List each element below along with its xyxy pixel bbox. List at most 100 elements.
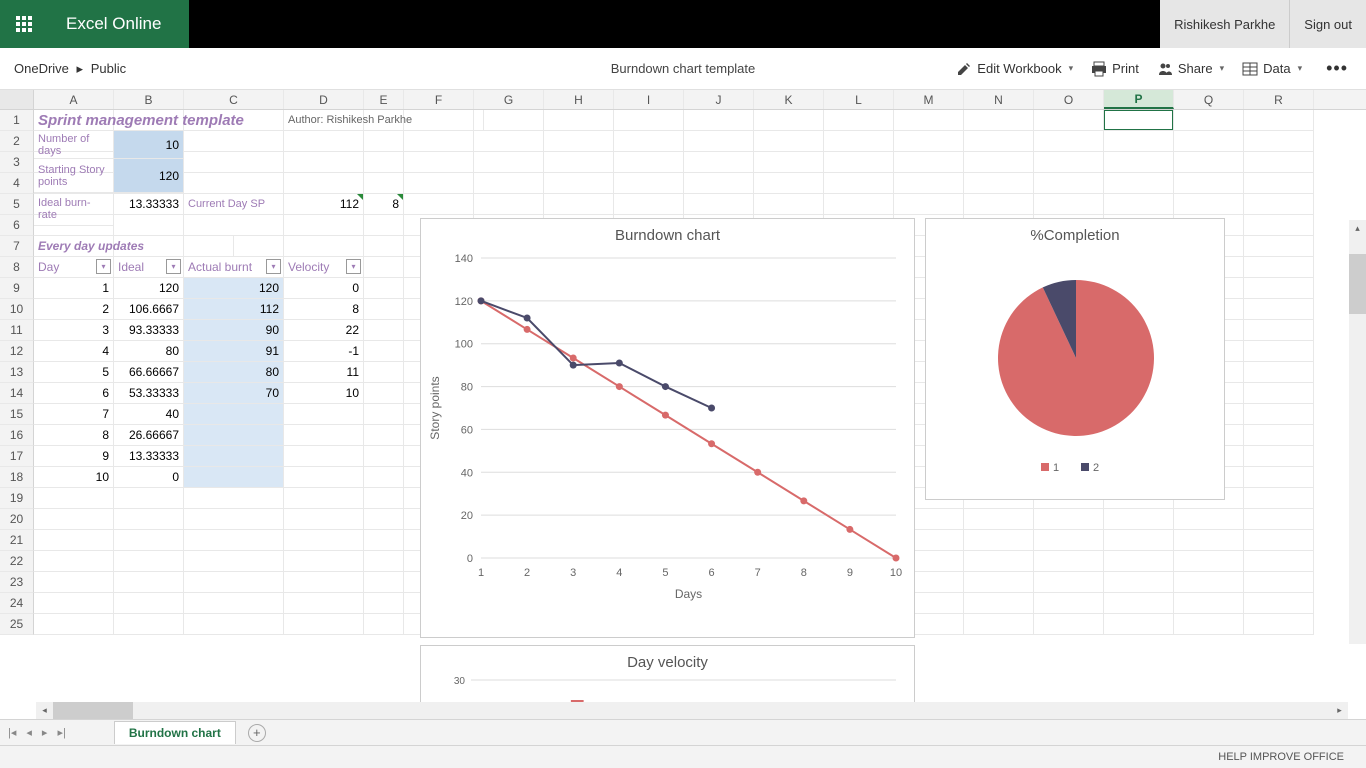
cell[interactable]	[184, 131, 284, 152]
table-cell-actual[interactable]	[184, 467, 284, 488]
scroll-thumb[interactable]	[53, 702, 133, 719]
cell[interactable]	[284, 572, 364, 593]
cell[interactable]	[684, 152, 754, 173]
cell[interactable]	[1244, 215, 1314, 236]
cell[interactable]	[964, 173, 1034, 194]
cell[interactable]: 8	[364, 194, 404, 215]
cell[interactable]	[964, 572, 1034, 593]
cell[interactable]	[474, 110, 544, 131]
cell[interactable]	[1244, 362, 1314, 383]
num-days-value[interactable]: 10	[114, 131, 184, 159]
cell[interactable]	[1104, 152, 1174, 173]
cell[interactable]	[684, 194, 754, 215]
cell[interactable]	[964, 110, 1034, 131]
cell[interactable]	[544, 194, 614, 215]
table-cell-ideal[interactable]: 120	[114, 278, 184, 299]
cell[interactable]	[824, 110, 894, 131]
cell[interactable]	[284, 509, 364, 530]
cell[interactable]	[964, 614, 1034, 635]
cell[interactable]	[1244, 236, 1314, 257]
table-cell-velocity[interactable]: -1	[284, 341, 364, 362]
cell[interactable]	[114, 488, 184, 509]
row-header[interactable]: 21	[0, 530, 34, 551]
more-button[interactable]: •••	[1320, 58, 1354, 79]
table-cell-day[interactable]: 7	[34, 404, 114, 425]
cell[interactable]	[34, 551, 114, 572]
table-cell-ideal[interactable]: 26.66667	[114, 425, 184, 446]
cell[interactable]	[1034, 593, 1104, 614]
cell[interactable]	[114, 530, 184, 551]
cell[interactable]	[404, 194, 474, 215]
cell[interactable]	[1174, 530, 1244, 551]
cell[interactable]	[544, 152, 614, 173]
row-header[interactable]: 18	[0, 467, 34, 488]
edit-workbook-button[interactable]: Edit Workbook▾	[956, 61, 1073, 77]
user-name[interactable]: Rishikesh Parkhe	[1160, 0, 1289, 48]
row-header[interactable]: 9	[0, 278, 34, 299]
cell[interactable]	[364, 614, 404, 635]
column-header[interactable]: P	[1104, 90, 1174, 109]
cell[interactable]	[684, 173, 754, 194]
cell[interactable]	[1104, 509, 1174, 530]
cell[interactable]	[364, 593, 404, 614]
cell[interactable]	[184, 530, 284, 551]
row-header[interactable]: 25	[0, 614, 34, 635]
cell[interactable]	[894, 131, 964, 152]
table-cell-ideal[interactable]: 40	[114, 404, 184, 425]
cell[interactable]	[364, 509, 404, 530]
table-cell-velocity[interactable]: 0	[284, 278, 364, 299]
select-all-corner[interactable]	[0, 90, 34, 109]
cell[interactable]	[1244, 173, 1314, 194]
cell[interactable]	[284, 236, 364, 257]
cell[interactable]	[1244, 278, 1314, 299]
row-header[interactable]: 10	[0, 299, 34, 320]
cell[interactable]	[114, 551, 184, 572]
cell[interactable]	[824, 173, 894, 194]
cell[interactable]	[1104, 551, 1174, 572]
cell[interactable]	[1104, 173, 1174, 194]
cell[interactable]	[1244, 257, 1314, 278]
column-header[interactable]: L	[824, 90, 894, 109]
start-sp-value[interactable]: 120	[114, 159, 184, 193]
table-cell-day[interactable]: 5	[34, 362, 114, 383]
filter-button[interactable]: ▾	[96, 259, 111, 274]
cell[interactable]	[964, 194, 1034, 215]
table-cell-ideal[interactable]: 0	[114, 467, 184, 488]
cell[interactable]	[1104, 572, 1174, 593]
cell[interactable]	[824, 194, 894, 215]
cell[interactable]	[1034, 551, 1104, 572]
row-header[interactable]: 4	[0, 173, 34, 194]
cell[interactable]	[34, 572, 114, 593]
cell[interactable]	[364, 488, 404, 509]
column-header[interactable]: D	[284, 90, 364, 109]
author-label[interactable]: Author: Rishikesh Parkhe	[284, 110, 484, 131]
cell[interactable]	[894, 152, 964, 173]
table-cell-velocity[interactable]	[284, 425, 364, 446]
scroll-thumb[interactable]	[1349, 254, 1366, 314]
sheet-title[interactable]: Sprint management template	[34, 110, 284, 131]
filter-button[interactable]: ▾	[266, 259, 281, 274]
cell[interactable]	[364, 425, 404, 446]
burndown-chart[interactable]: Burndown chart 0204060801001201401234567…	[420, 218, 915, 638]
cell[interactable]: Ideal burn-rate	[34, 194, 114, 226]
cell[interactable]	[754, 110, 824, 131]
cell[interactable]	[364, 215, 404, 236]
cell[interactable]	[1034, 152, 1104, 173]
cell[interactable]	[364, 320, 404, 341]
cell[interactable]	[284, 614, 364, 635]
cell[interactable]	[1244, 572, 1314, 593]
cell[interactable]	[34, 488, 114, 509]
cell[interactable]	[1174, 173, 1244, 194]
cell[interactable]	[1244, 341, 1314, 362]
table-cell-day[interactable]: 1	[34, 278, 114, 299]
cell[interactable]	[1174, 110, 1244, 131]
row-header[interactable]: 23	[0, 572, 34, 593]
cell[interactable]	[364, 341, 404, 362]
table-cell-velocity[interactable]: 10	[284, 383, 364, 404]
cell[interactable]	[184, 215, 284, 236]
share-button[interactable]: Share▾	[1157, 61, 1224, 77]
cell[interactable]	[114, 614, 184, 635]
table-cell-ideal[interactable]: 93.33333	[114, 320, 184, 341]
cell[interactable]	[184, 572, 284, 593]
cell[interactable]	[404, 173, 474, 194]
